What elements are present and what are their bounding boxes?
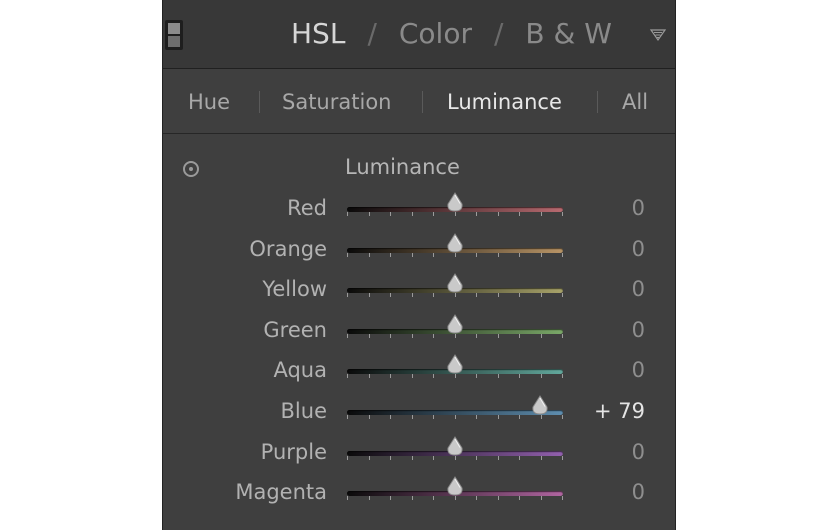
slider-row-yellow: Yellow 0 — [163, 272, 675, 306]
slider-row-orange: Orange 0 — [163, 232, 675, 266]
panel-mode-title: HSL / Color / B & W — [291, 14, 612, 54]
hsl-panel: HSL / Color / B & W Hue Saturation Luminance… — [162, 0, 676, 530]
tab-divider — [422, 91, 423, 113]
slider-label: Aqua — [273, 358, 327, 383]
slider-row-purple: Purple 0 — [163, 435, 675, 469]
hsl-tab-bar: Hue Saturation Luminance All — [163, 69, 675, 134]
tab-all[interactable]: All — [622, 89, 648, 115]
slider-thumb[interactable] — [444, 354, 466, 376]
slider-row-blue: Blue + 79 — [163, 394, 675, 428]
slider-thumb[interactable] — [444, 476, 466, 498]
slider-value[interactable]: 0 — [632, 316, 645, 344]
slider-thumb[interactable] — [444, 232, 466, 255]
slider-thumb[interactable] — [444, 313, 466, 336]
tab-divider — [259, 91, 260, 113]
slider-label: Purple — [260, 439, 327, 464]
triangle-down-icon[interactable] — [649, 26, 667, 44]
mode-bw[interactable]: B & W — [525, 14, 612, 54]
slider-label: Orange — [249, 236, 327, 261]
slider-thumb[interactable] — [444, 435, 466, 458]
slider-label: Red — [287, 196, 327, 220]
slider-thumb[interactable] — [529, 395, 551, 417]
slider-label: Yellow — [262, 277, 327, 302]
tab-luminance[interactable]: Luminance — [447, 89, 562, 115]
slider-label: Green — [263, 317, 327, 342]
slider-row-red: Red 0 — [163, 191, 675, 225]
slider-value[interactable]: 0 — [632, 478, 645, 506]
mode-separator: / — [493, 17, 504, 50]
slider-thumb[interactable] — [444, 192, 466, 214]
slider-label: Blue — [280, 399, 327, 423]
slider-value[interactable]: 0 — [632, 438, 645, 466]
slider-thumb[interactable] — [444, 273, 466, 295]
slider-value[interactable]: 0 — [632, 356, 645, 384]
mode-hsl[interactable]: HSL — [291, 14, 345, 54]
tab-divider — [597, 91, 598, 113]
panel-toggle-switch[interactable] — [165, 20, 183, 50]
tab-saturation[interactable]: Saturation — [282, 89, 391, 115]
slider-row-magenta: Magenta 0 — [163, 475, 675, 509]
slider-row-aqua: Aqua 0 — [163, 353, 675, 387]
mode-color[interactable]: Color — [399, 14, 472, 54]
slider-value[interactable]: 0 — [632, 275, 645, 303]
slider-row-green: Green 0 — [163, 313, 675, 347]
panel-header[interactable]: HSL / Color / B & W — [163, 0, 675, 69]
slider-label: Magenta — [235, 480, 327, 505]
slider-value[interactable]: + 79 — [594, 397, 645, 425]
section-title: Luminance — [345, 155, 460, 179]
mode-separator: / — [367, 17, 377, 50]
slider-value[interactable]: 0 — [632, 194, 645, 222]
target-adjust-icon[interactable] — [183, 161, 199, 177]
slider-value[interactable]: 0 — [632, 235, 645, 263]
tab-hue[interactable]: Hue — [188, 89, 230, 115]
